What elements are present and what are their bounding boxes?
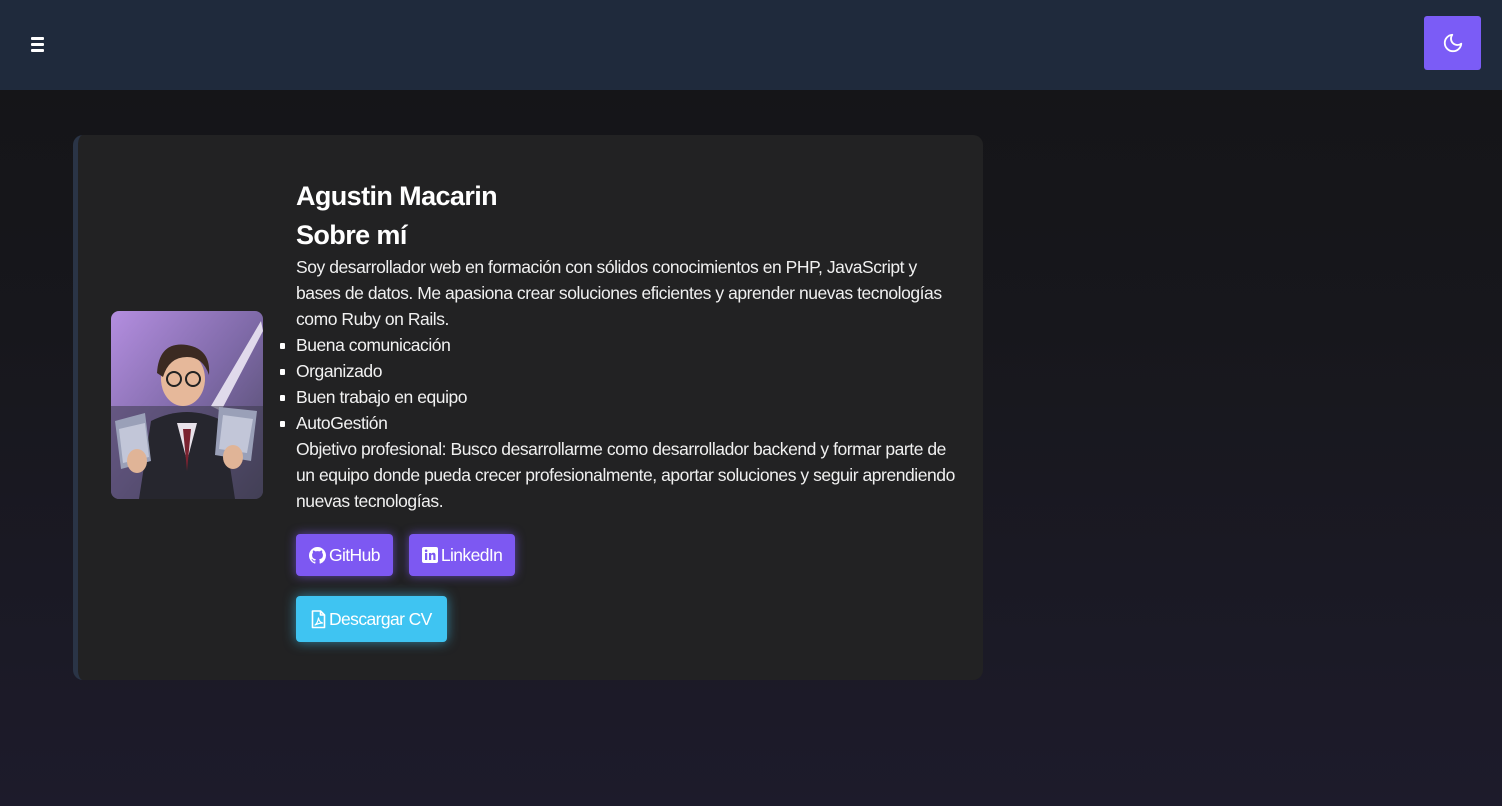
profile-name: Agustin Macarin <box>296 181 498 211</box>
theme-toggle-button[interactable] <box>1424 16 1481 70</box>
github-label: GitHub <box>329 544 380 565</box>
linkedin-icon <box>421 547 438 563</box>
download-cv-label: Descargar CV <box>329 608 432 629</box>
profile-photo <box>111 311 263 499</box>
about-intro: Soy desarrollador web en formación con s… <box>296 257 942 329</box>
github-button[interactable]: GitHub <box>296 534 393 576</box>
moon-icon <box>1443 33 1462 53</box>
download-cv-button[interactable]: Descargar CV <box>296 596 447 642</box>
profile-content: Agustin Macarin Sobre mí Soy desarrollad… <box>280 178 956 642</box>
list-item: Buena comunicación <box>280 332 956 358</box>
pdf-file-icon <box>311 609 326 628</box>
social-links: GitHub LinkedIn <box>296 534 956 576</box>
career-objective: Objetivo profesional: Busco desarrollarm… <box>296 439 955 511</box>
github-icon <box>309 546 326 564</box>
list-item: Buen trabajo en equipo <box>280 384 956 410</box>
list-item: Organizado <box>280 358 956 384</box>
menu-toggle-button[interactable] <box>26 31 48 57</box>
top-navbar <box>0 0 1502 90</box>
linkedin-label: LinkedIn <box>440 544 503 565</box>
linkedin-button[interactable]: LinkedIn <box>408 534 516 576</box>
skills-list: Buena comunicación Organizado Buen traba… <box>280 332 956 436</box>
list-item: AutoGestión <box>280 410 956 436</box>
hamburger-icon <box>30 36 44 52</box>
about-heading: Sobre mí <box>296 220 407 250</box>
